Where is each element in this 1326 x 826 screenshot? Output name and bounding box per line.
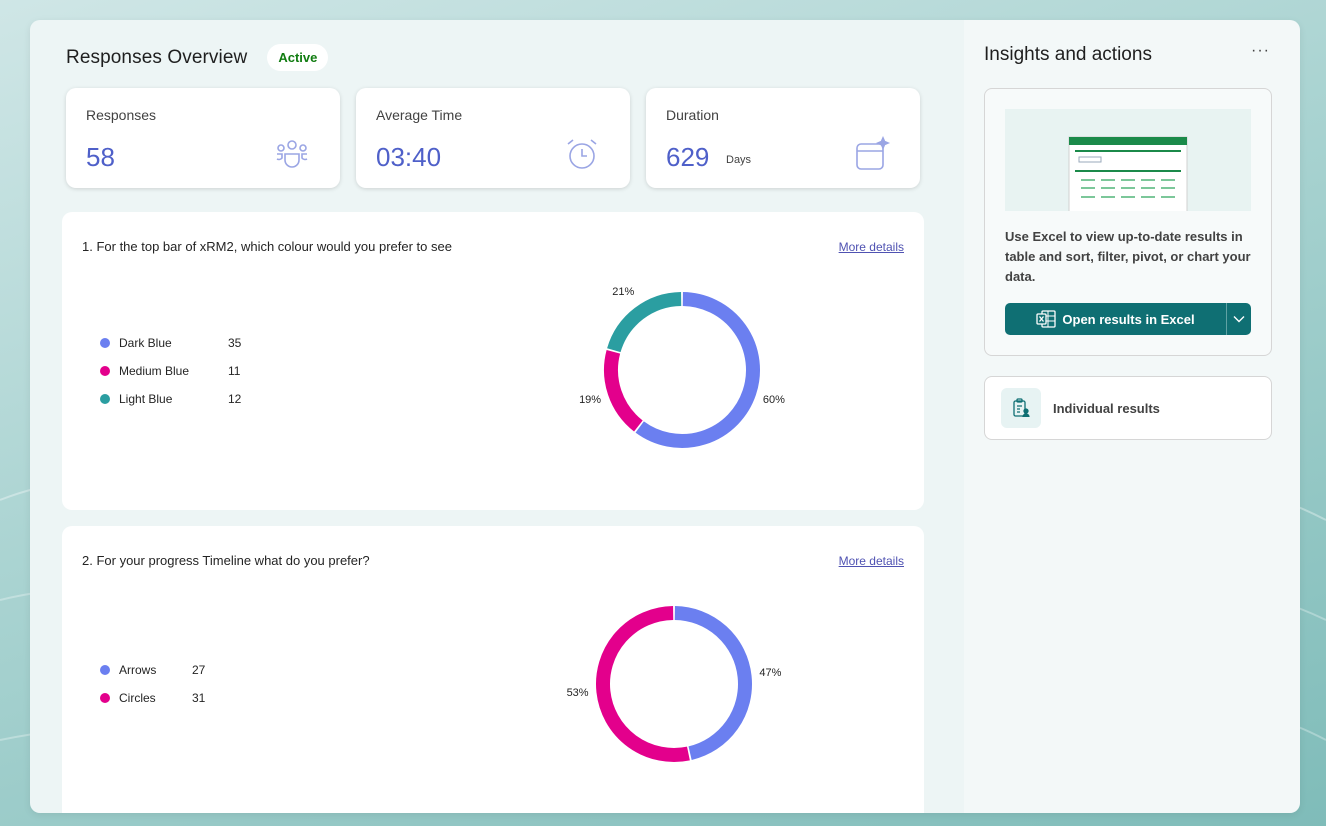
percent-label: 53%: [566, 687, 589, 700]
legend-count: 12: [228, 392, 242, 406]
open-in-excel-label: Open results in Excel: [1062, 311, 1195, 327]
stat-label: Responses: [86, 107, 157, 123]
excel-icon: [1036, 310, 1057, 328]
stat-card-average-time: Average Time 03:40: [356, 88, 630, 188]
insights-sidebar: Insights and actions ··· Use Excel to vi…: [964, 20, 1300, 813]
stats-row: Responses 58 Average Time 03:40 Duration…: [66, 88, 920, 188]
stat-card-responses: Responses 58: [66, 88, 340, 188]
legend-item: Medium Blue 11: [100, 357, 240, 385]
legend-label: Dark Blue: [119, 336, 172, 350]
more-details-link[interactable]: More details: [839, 554, 904, 568]
legend-swatch: [100, 338, 110, 348]
chevron-down-icon: [1233, 316, 1245, 323]
stat-value: 58: [86, 142, 115, 172]
excel-card: Use Excel to view up-to-date results in …: [984, 88, 1272, 356]
stat-value: 03:40: [376, 142, 442, 172]
sidebar-title: Insights and actions: [984, 44, 1152, 65]
percent-label: 47%: [759, 666, 782, 679]
legend-label: Light Blue: [119, 392, 173, 406]
stat-card-duration: Duration 629 Days: [646, 88, 920, 188]
stat-label: Duration: [666, 107, 719, 123]
legend-count: 35: [228, 336, 242, 350]
donut-slice: [674, 606, 752, 760]
individual-results-button[interactable]: Individual results: [984, 376, 1272, 440]
question-title: 2. For your progress Timeline what do yo…: [82, 553, 370, 568]
percent-label: 21%: [612, 285, 635, 298]
chart-legend: Arrows 27 Circles 31: [100, 656, 205, 712]
legend-item: Circles 31: [100, 684, 205, 712]
legend-swatch: [100, 394, 110, 404]
open-in-excel-button[interactable]: Open results in Excel: [1005, 303, 1251, 335]
legend-count: 27: [192, 663, 206, 677]
donut-chart: [596, 606, 752, 762]
legend-swatch: [100, 693, 110, 703]
spreadsheet-illustration: [1068, 136, 1188, 211]
legend-swatch: [100, 366, 110, 376]
stat-value: 629: [666, 142, 710, 172]
more-options-button[interactable]: ···: [1251, 42, 1270, 60]
legend-swatch: [100, 665, 110, 675]
legend-item: Arrows 27: [100, 656, 205, 684]
status-badge: Active: [267, 44, 329, 71]
legend-count: 31: [192, 691, 206, 705]
more-details-link[interactable]: More details: [839, 240, 904, 254]
legend-item: Dark Blue 35: [100, 329, 241, 357]
stat-label: Average Time: [376, 107, 463, 123]
alarm-clock-icon: [567, 139, 597, 169]
question-title: 1. For the top bar of xRM2, which colour…: [82, 239, 452, 254]
people-group-icon: [276, 140, 308, 168]
individual-results-label: Individual results: [1053, 401, 1160, 416]
main-panel: Responses Overview Active Responses 58 A…: [30, 20, 964, 813]
question-card-2: 2. For your progress Timeline what do yo…: [62, 526, 924, 813]
calendar-sparkle-icon: [856, 136, 890, 170]
legend-label: Circles: [119, 691, 156, 705]
question-card-1: 1. For the top bar of xRM2, which colour…: [62, 212, 924, 510]
percent-label: 60%: [762, 393, 785, 406]
excel-options-dropdown[interactable]: [1227, 303, 1251, 335]
donut-slice: [607, 292, 682, 353]
donut-slice: [604, 350, 643, 432]
page-title: Responses Overview: [66, 46, 248, 68]
excel-preview-image: [1005, 109, 1251, 211]
donut-chart: [604, 292, 760, 448]
excel-description: Use Excel to view up-to-date results in …: [1005, 229, 1251, 284]
legend-label: Arrows: [119, 663, 157, 677]
legend-count: 11: [228, 364, 241, 378]
overview-header: Responses Overview Active: [66, 44, 329, 71]
donut-slice: [635, 292, 760, 448]
chart-legend: Dark Blue 35 Medium Blue 11 Light Blue 12: [100, 329, 241, 413]
donut-slice: [596, 606, 690, 762]
legend-label: Medium Blue: [119, 364, 190, 378]
stat-unit: Days: [726, 154, 752, 166]
forms-window: Responses Overview Active Responses 58 A…: [30, 20, 1300, 813]
open-in-excel-main[interactable]: Open results in Excel: [1005, 303, 1227, 335]
percent-label: 19%: [579, 393, 602, 406]
legend-item: Light Blue 12: [100, 385, 241, 413]
clipboard-person-icon: [1001, 388, 1041, 428]
